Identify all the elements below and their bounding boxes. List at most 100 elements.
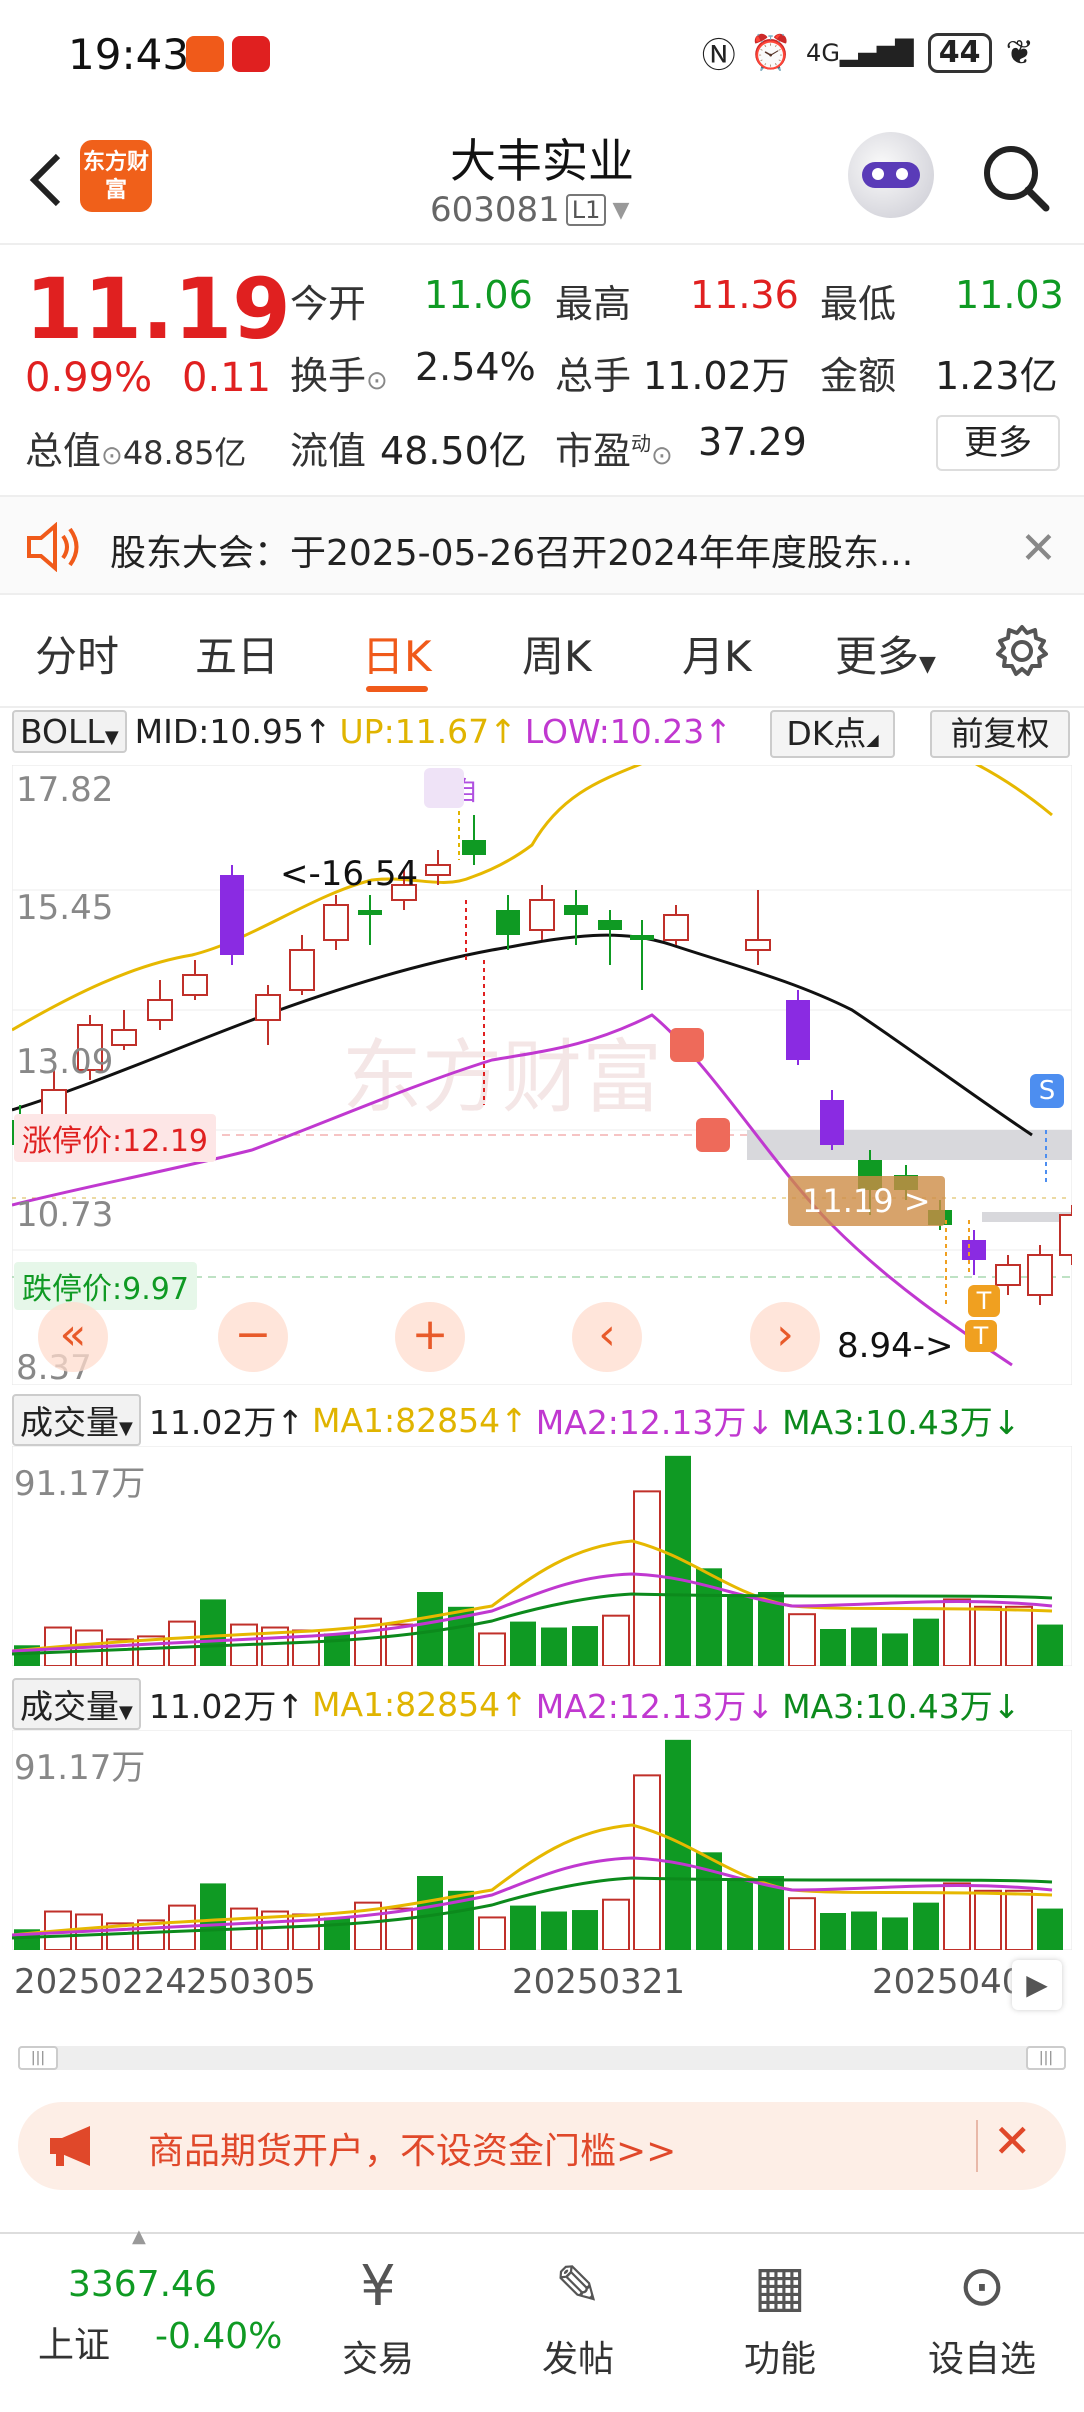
info-icon: ⊙ [651, 441, 673, 471]
pe-label: 市盈动⊙ [555, 429, 673, 473]
volume-bar [385, 1907, 413, 1950]
app-notification-icon [232, 36, 270, 72]
volume-bar [324, 1633, 350, 1666]
nfc-icon: Ⓝ [701, 36, 736, 76]
volume-bar [510, 1621, 536, 1666]
amount-label: 金额 [820, 354, 897, 398]
volume-bar [974, 1605, 1002, 1666]
rewind-button[interactable]: « [38, 1302, 108, 1372]
pe-value: 37.29 [698, 420, 807, 464]
high-price-marker: <-16.54 [280, 854, 418, 894]
volume-bar [385, 1623, 413, 1666]
market-cap[interactable]: 总值⊙48.85亿 [25, 420, 246, 475]
volume-indicator-row: 成交量▼ 11.02万↑ MA1:82854↑ MA2:12.13万↓ MA3:… [12, 1394, 1020, 1446]
divider [976, 2120, 978, 2172]
index-value[interactable]: 3367.46 [68, 2264, 217, 2305]
volume-bar [882, 1633, 908, 1666]
zoom-out-button[interactable]: − [218, 1302, 288, 1372]
dk-point-button[interactable]: DK点◢ [770, 710, 895, 758]
volume-value: 11.02万 [643, 354, 790, 398]
adjust-price-button[interactable]: 前复权 [930, 710, 1070, 758]
nav-functions[interactable]: ▦ 功能 [700, 2234, 860, 2382]
vol-ma1: MA1:82854↑ [311, 1400, 528, 1440]
vol-ma3: MA3:10.43万↓ [782, 1687, 1021, 1726]
edit-icon: ✎ [554, 2254, 602, 2319]
t-signal-badge: T [965, 1320, 997, 1352]
announcement-bar[interactable]: 股东大会：于2025-05-26召开2024年年度股东... ✕ [0, 495, 1084, 595]
volume-chart[interactable] [12, 1446, 1072, 1666]
battery-icon: 44 [927, 32, 992, 73]
high-label: 最高 [555, 282, 632, 326]
candlestick [598, 920, 622, 930]
nav-trade[interactable]: ¥ 交易 [298, 2234, 458, 2382]
more-quote-button[interactable]: 更多 [936, 415, 1060, 471]
nav-add-watchlist[interactable]: ⊙ 设自选 [902, 2234, 1062, 2382]
stock-code-row[interactable]: 603081 L1 ▼ [430, 190, 629, 230]
close-icon[interactable]: ✕ [1020, 523, 1057, 574]
volume-chart-2[interactable] [12, 1730, 1072, 1950]
low-label: 最低 [820, 282, 897, 326]
next-button[interactable]: › [750, 1302, 820, 1372]
scroll-right-icon[interactable]: ▶ [1012, 1960, 1062, 2010]
volume-bar [727, 1594, 753, 1666]
grid-icon: ▦ [753, 2254, 807, 2319]
y-axis-label: 13.09 [16, 1042, 114, 1082]
candlestick [820, 1100, 844, 1145]
float-cap-label: 流值 [290, 429, 367, 473]
status-time: 19:43 [68, 30, 190, 79]
assistant-robot-icon[interactable] [848, 132, 934, 218]
previous-button[interactable]: ‹ [572, 1302, 642, 1372]
more-icon: ⊙ [958, 2254, 1006, 2319]
tab-more[interactable]: 更多▼ [835, 623, 936, 684]
volume-select[interactable]: 成交量▼ [12, 1394, 141, 1446]
status-right: Ⓝ ⏰ 4G▂▄▆█ 44 ❦ [702, 28, 1034, 77]
zoom-in-button[interactable]: + [395, 1302, 465, 1372]
tab-weekly-k[interactable]: 周K [522, 623, 592, 684]
gear-icon[interactable] [994, 623, 1050, 679]
last-price: 11.19 [25, 260, 291, 358]
chevron-down-icon: ▼ [119, 1702, 133, 1723]
date-label: 2025040 [872, 1962, 1024, 2002]
scroll-handle-left[interactable]: ||| [18, 2046, 58, 2070]
indicator-select[interactable]: BOLL▼ [12, 710, 127, 753]
signal-self-badge [424, 768, 464, 808]
leaf-icon: ❦ [1005, 32, 1035, 73]
volume-bar [510, 1905, 536, 1950]
speaker-icon [27, 522, 79, 572]
buy-signal-label: B [460, 968, 478, 998]
volume-bar [572, 1910, 598, 1950]
tab-five-day[interactable]: 五日 [195, 623, 279, 684]
volume-select[interactable]: 成交量▼ [12, 1678, 141, 1730]
chart-scrollbar[interactable]: ||| ||| [18, 2046, 1066, 2070]
close-icon[interactable]: ✕ [993, 2114, 1032, 2168]
tab-daily-k[interactable]: 日K [362, 623, 432, 684]
volume-bar [478, 1916, 506, 1950]
volume-bar [478, 1632, 506, 1666]
yen-cycle-icon: ¥ [360, 2254, 396, 2319]
candlestick [425, 864, 451, 876]
candlestick [564, 905, 588, 915]
buy-signal-badge [696, 1118, 730, 1152]
stock-header: 东方财富 大丰实业 603081 L1 ▼ [0, 110, 1084, 245]
current-price-tag[interactable]: 11.19 > [788, 1176, 945, 1226]
tab-minute[interactable]: 分时 [35, 623, 119, 684]
search-icon[interactable] [980, 142, 1052, 214]
nav-post[interactable]: ✎ 发帖 [498, 2234, 658, 2382]
vol-ma2: MA2:12.13万↓ [535, 1403, 775, 1442]
date-label: 20250224 [14, 1962, 188, 2002]
volume-bar [820, 1913, 846, 1950]
quote-panel: 11.19 0.99% 0.11 总值⊙48.85亿 今开 11.06 最高 1… [0, 245, 1084, 495]
ad-banner[interactable]: 商品期货开户，不设资金门槛>> ✕ [18, 2102, 1066, 2190]
candlestick [529, 899, 555, 931]
y-axis-label: 17.82 [16, 770, 114, 810]
volume-label: 总手 [555, 354, 632, 398]
scroll-handle-right[interactable]: ||| [1026, 2046, 1066, 2070]
volume-bar [727, 1878, 753, 1950]
boll-low: LOW:10.23↑ [524, 712, 732, 751]
volume-bar [1037, 1908, 1063, 1950]
tab-monthly-k[interactable]: 月K [682, 623, 752, 684]
volume-bar [882, 1917, 908, 1950]
candlestick [462, 840, 486, 855]
turnover-value: 2.54% [415, 345, 536, 389]
volume-bar [851, 1627, 877, 1666]
